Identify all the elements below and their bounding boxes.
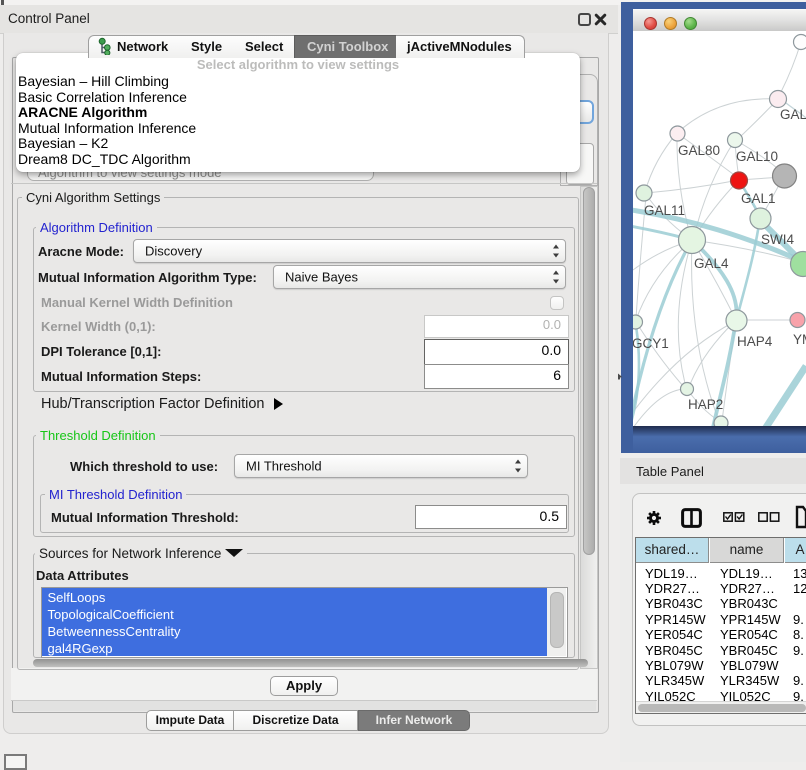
svg-text:GAL7: GAL7 xyxy=(780,107,806,122)
svg-text:GAL11: GAL11 xyxy=(644,203,685,218)
svg-text:HAP4: HAP4 xyxy=(737,334,773,349)
svg-text:YM: YM xyxy=(793,332,806,347)
svg-text:GAL80: GAL80 xyxy=(678,143,720,158)
svg-text:GAL10: GAL10 xyxy=(736,149,778,164)
svg-text:GCY1: GCY1 xyxy=(633,336,669,351)
svg-text:SWI4: SWI4 xyxy=(761,232,794,247)
svg-text:GAL1: GAL1 xyxy=(741,191,776,206)
svg-text:HAP2: HAP2 xyxy=(688,397,723,412)
svg-text:GAL4: GAL4 xyxy=(694,256,729,271)
